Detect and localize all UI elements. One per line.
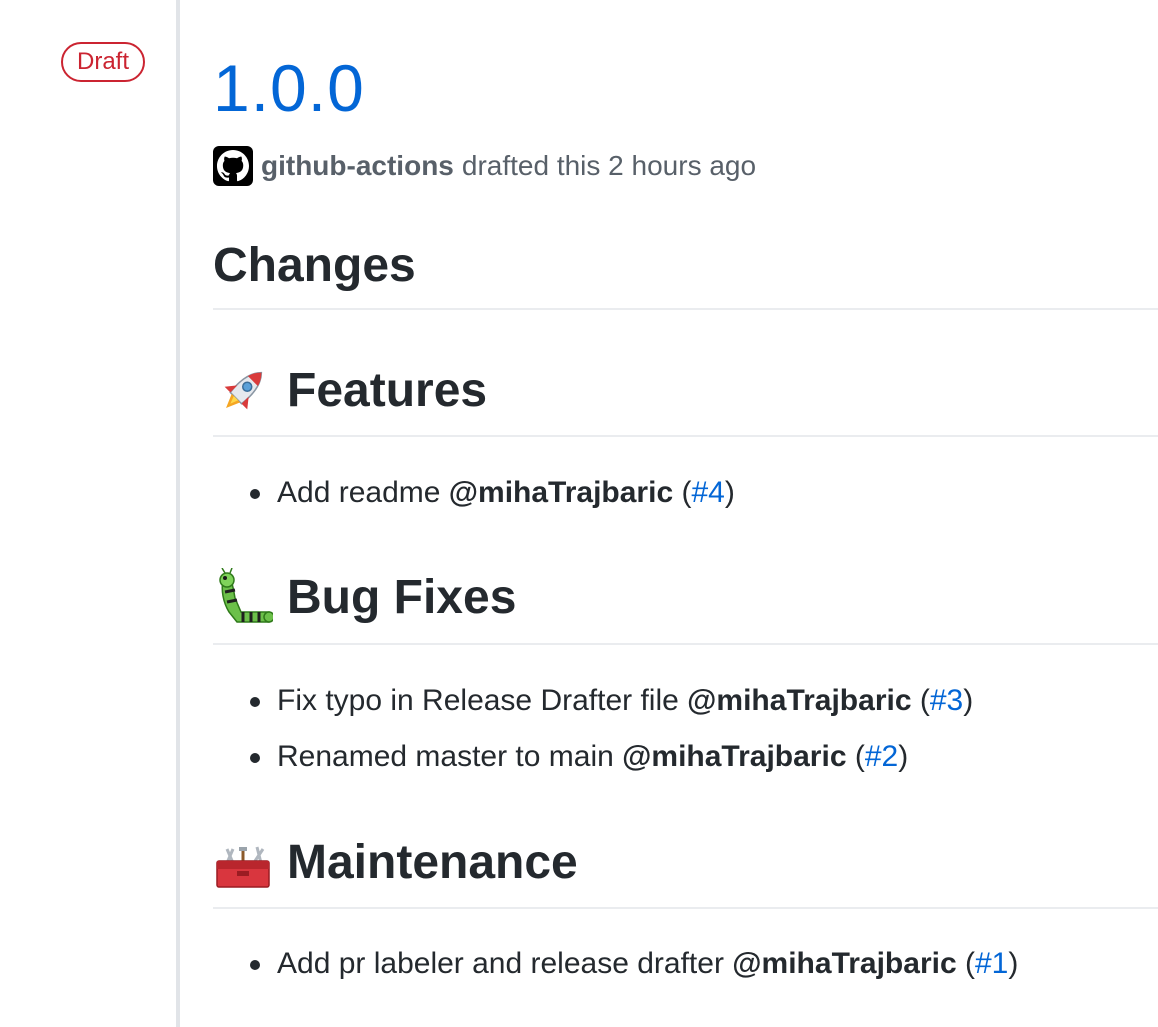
github-mark-icon: [217, 150, 249, 182]
release-title-link[interactable]: 1.0.0: [213, 50, 365, 126]
rocket-icon: [224, 371, 263, 410]
maintenance-heading: Maintenance: [213, 833, 1158, 893]
pr-link[interactable]: #4: [691, 476, 724, 509]
bug-fixes-title: Bug Fixes: [287, 571, 517, 624]
pr-link[interactable]: #1: [975, 947, 1008, 980]
bug-fixes-list: Fix typo in Release Drafter file @mihaTr…: [250, 673, 973, 785]
pr-link[interactable]: #3: [930, 684, 963, 717]
features-heading: Features: [213, 361, 1158, 421]
github-actions-avatar[interactable]: [213, 146, 253, 186]
user-mention-link[interactable]: @mihaTrajbaric: [732, 947, 956, 980]
item-text: Fix typo in Release Drafter file: [277, 684, 679, 717]
list-item: Renamed master to main @mihaTrajbaric (#…: [250, 729, 973, 785]
list-item: Add pr labeler and release drafter @miha…: [250, 936, 1018, 992]
user-mention-link[interactable]: @mihaTrajbaric: [622, 740, 846, 773]
features-heading-block: Features: [213, 361, 1158, 437]
bug-icon: [219, 568, 273, 623]
drafted-time-text: drafted this 2 hours ago: [461, 150, 757, 181]
release-sidebar: Draft: [0, 0, 176, 1027]
list-item: Add readme @mihaTrajbaric (#4): [250, 465, 735, 521]
user-mention-link[interactable]: @mihaTrajbaric: [449, 476, 673, 509]
pr-link[interactable]: #2: [865, 740, 898, 773]
user-mention-link[interactable]: @mihaTrajbaric: [687, 684, 911, 717]
bug-fixes-heading: Bug Fixes: [213, 568, 1158, 628]
bug-fixes-heading-block: Bug Fixes: [213, 568, 1158, 645]
author-link[interactable]: github-actions: [261, 150, 454, 182]
features-list: Add readme @mihaTrajbaric (#4): [250, 465, 735, 521]
changes-heading-block: Changes: [213, 238, 1158, 310]
list-item: Fix typo in Release Drafter file @mihaTr…: [250, 673, 973, 729]
timeline-divider: [176, 0, 180, 1027]
features-title: Features: [287, 364, 488, 417]
item-text: Add pr labeler and release drafter: [277, 947, 724, 980]
maintenance-list: Add pr labeler and release drafter @miha…: [250, 936, 1018, 992]
maintenance-title: Maintenance: [287, 836, 578, 889]
maintenance-heading-block: Maintenance: [213, 833, 1158, 909]
changes-heading: Changes: [213, 239, 416, 292]
item-text: Add readme: [277, 476, 441, 509]
draft-badge: Draft: [61, 42, 146, 82]
item-text: Renamed master to main: [277, 740, 614, 773]
release-meta: github-actions drafted this 2 hours ago: [213, 146, 756, 186]
release-page: Draft 1.0.0 github-actions drafted this …: [0, 0, 1158, 1027]
toolbox-icon: [216, 846, 270, 888]
